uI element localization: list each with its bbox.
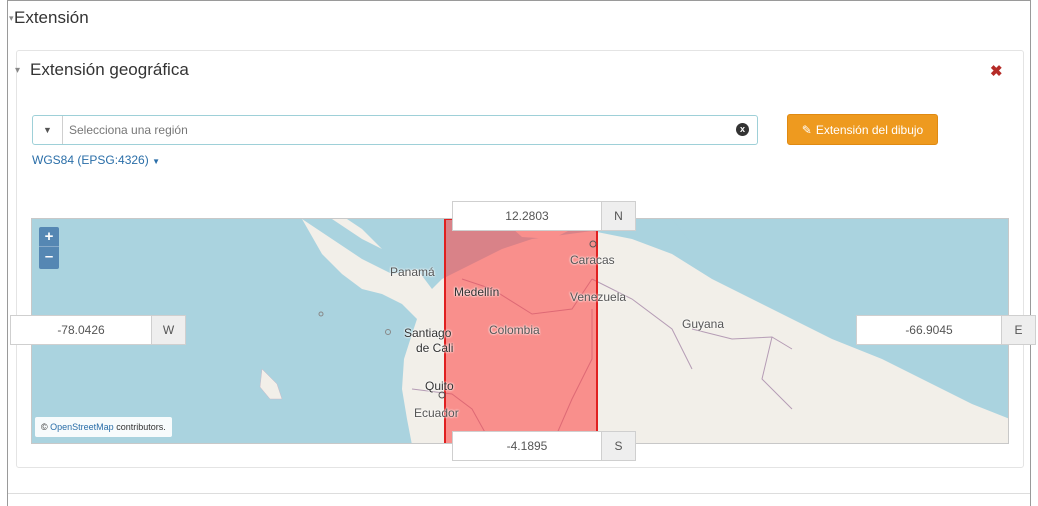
east-label: E bbox=[1001, 316, 1035, 344]
west-label: W bbox=[151, 316, 185, 344]
crs-label: WGS84 (EPSG:4326) bbox=[32, 153, 149, 167]
zoom-in-button[interactable]: + bbox=[39, 227, 59, 247]
north-label: N bbox=[601, 202, 635, 230]
osm-link[interactable]: OpenStreetMap bbox=[50, 422, 114, 432]
map-label-guyana: Guyana bbox=[682, 317, 725, 331]
map-attribution: © OpenStreetMap contributors. bbox=[35, 417, 172, 437]
map-label-santiago: Santiago bbox=[404, 326, 452, 340]
attribution-text: contributors. bbox=[116, 422, 166, 432]
region-select[interactable]: ▼ x bbox=[32, 115, 758, 145]
region-search-input[interactable] bbox=[69, 116, 719, 144]
copyright-icon: © bbox=[41, 422, 48, 432]
map-label-caracas: Caracas bbox=[570, 253, 615, 267]
zoom-out-button[interactable]: – bbox=[39, 247, 59, 267]
map-label-panama: Panamá bbox=[390, 265, 435, 279]
divider bbox=[8, 493, 1030, 494]
map-label-venezuela: Venezuela bbox=[570, 290, 627, 304]
map-label-ecuador: Ecuador bbox=[414, 406, 459, 420]
map-label-decali: de Cali bbox=[416, 341, 454, 355]
caret-down-icon: ▼ bbox=[152, 157, 160, 166]
section-title: Extensión bbox=[14, 8, 89, 27]
clear-icon[interactable]: x bbox=[736, 123, 749, 136]
east-bound: -66.9045 E bbox=[856, 315, 1036, 345]
draw-extent-button[interactable]: ✎ Extensión del dibujo bbox=[787, 114, 938, 145]
west-input[interactable]: -78.0426 bbox=[11, 316, 151, 344]
map-label-quito: Quito bbox=[425, 379, 454, 393]
north-bound: 12.2803 N bbox=[452, 201, 636, 231]
map-label-medellin: Medellín bbox=[454, 285, 500, 299]
map-label-colombia: Colombia bbox=[489, 323, 540, 337]
close-icon[interactable]: ✖ bbox=[990, 62, 1003, 80]
east-input[interactable]: -66.9045 bbox=[857, 316, 1001, 344]
section-chevron-icon[interactable]: ▾ bbox=[9, 13, 14, 24]
panel-title: Extensión geográfica bbox=[30, 60, 189, 79]
pencil-icon: ✎ bbox=[801, 122, 812, 137]
crs-dropdown[interactable]: WGS84 (EPSG:4326) ▼ bbox=[32, 153, 160, 167]
south-input[interactable]: -4.1895 bbox=[453, 432, 601, 460]
draw-extent-label: Extensión del dibujo bbox=[815, 122, 924, 137]
south-bound: -4.1895 S bbox=[452, 431, 636, 461]
north-input[interactable]: 12.2803 bbox=[453, 202, 601, 230]
chevron-down-icon[interactable]: ▼ bbox=[33, 116, 63, 144]
panel-chevron-icon[interactable]: ▾ bbox=[15, 65, 20, 76]
south-label: S bbox=[601, 432, 635, 460]
west-bound: -78.0426 W bbox=[10, 315, 186, 345]
zoom-control: + – bbox=[39, 227, 59, 269]
